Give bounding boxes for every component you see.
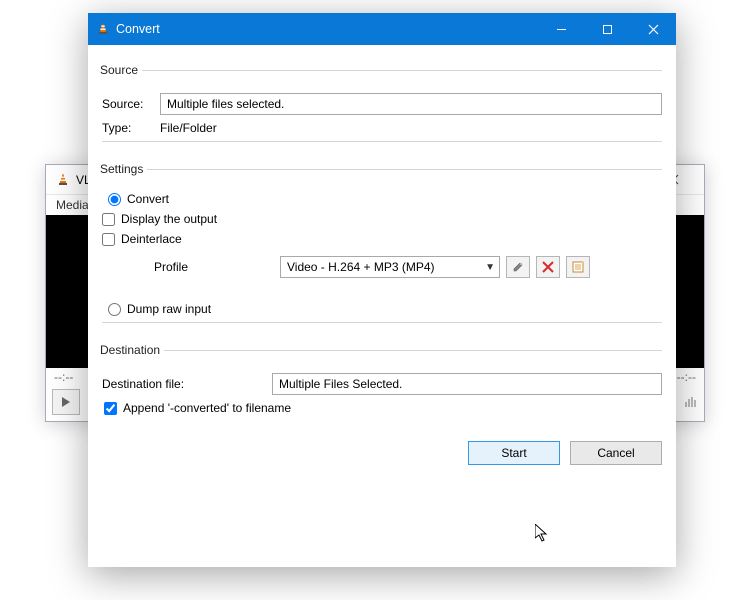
destination-group: Destination Destination file: Append '-c… (102, 343, 662, 427)
time-elapsed: --:-- (54, 370, 73, 384)
dump-raw-label: Dump raw input (127, 302, 211, 316)
eq-icon[interactable] (684, 394, 698, 411)
profile-combobox[interactable]: Video - H.264 + MP3 (MP4) ▼ (280, 256, 500, 278)
cancel-button[interactable]: Cancel (570, 441, 662, 465)
dump-raw-input[interactable] (108, 303, 121, 316)
source-input[interactable] (160, 93, 662, 115)
append-converted-input[interactable] (104, 402, 117, 415)
source-legend: Source (100, 63, 142, 77)
vlc-cone-icon (96, 22, 110, 36)
convert-radio-label: Convert (127, 192, 169, 206)
menu-media[interactable]: Media (56, 198, 89, 212)
deinterlace-checkbox[interactable]: Deinterlace (102, 232, 662, 246)
display-output-input[interactable] (102, 213, 115, 226)
new-profile-button[interactable] (566, 256, 590, 278)
chevron-down-icon: ▼ (485, 262, 495, 273)
display-output-checkbox[interactable]: Display the output (102, 212, 662, 226)
dialog-titlebar: Convert (88, 13, 676, 45)
type-value: File/Folder (160, 121, 217, 135)
play-button[interactable] (52, 389, 80, 415)
convert-dialog: Convert Source Source: Type: File/Folder (88, 13, 676, 567)
profile-value: Video - H.264 + MP3 (MP4) (287, 260, 435, 274)
dialog-title: Convert (116, 22, 538, 36)
vlc-cone-icon (56, 173, 70, 187)
start-button[interactable]: Start (468, 441, 560, 465)
append-converted-checkbox[interactable]: Append '-converted' to filename (104, 401, 662, 415)
settings-legend: Settings (100, 162, 147, 176)
profile-label: Profile (154, 260, 274, 274)
destination-legend: Destination (100, 343, 164, 357)
deinterlace-label: Deinterlace (121, 232, 182, 246)
type-label: Type: (102, 121, 160, 135)
dump-raw-radio[interactable]: Dump raw input (108, 302, 662, 316)
delete-profile-button[interactable] (536, 256, 560, 278)
destination-input[interactable] (272, 373, 662, 395)
append-converted-label: Append '-converted' to filename (123, 401, 291, 415)
maximize-button[interactable] (584, 13, 630, 45)
settings-group: Settings Convert Display the output Dein… (102, 162, 662, 329)
convert-radio-input[interactable] (108, 193, 121, 206)
deinterlace-input[interactable] (102, 233, 115, 246)
source-label: Source: (102, 97, 160, 111)
destination-label: Destination file: (102, 377, 232, 391)
source-group: Source Source: Type: File/Folder (102, 63, 662, 148)
edit-profile-button[interactable] (506, 256, 530, 278)
dialog-button-row: Start Cancel (102, 441, 662, 465)
convert-radio[interactable]: Convert (108, 192, 662, 206)
display-output-label: Display the output (121, 212, 217, 226)
close-button[interactable] (630, 13, 676, 45)
minimize-button[interactable] (538, 13, 584, 45)
time-total: --:-- (677, 370, 696, 384)
